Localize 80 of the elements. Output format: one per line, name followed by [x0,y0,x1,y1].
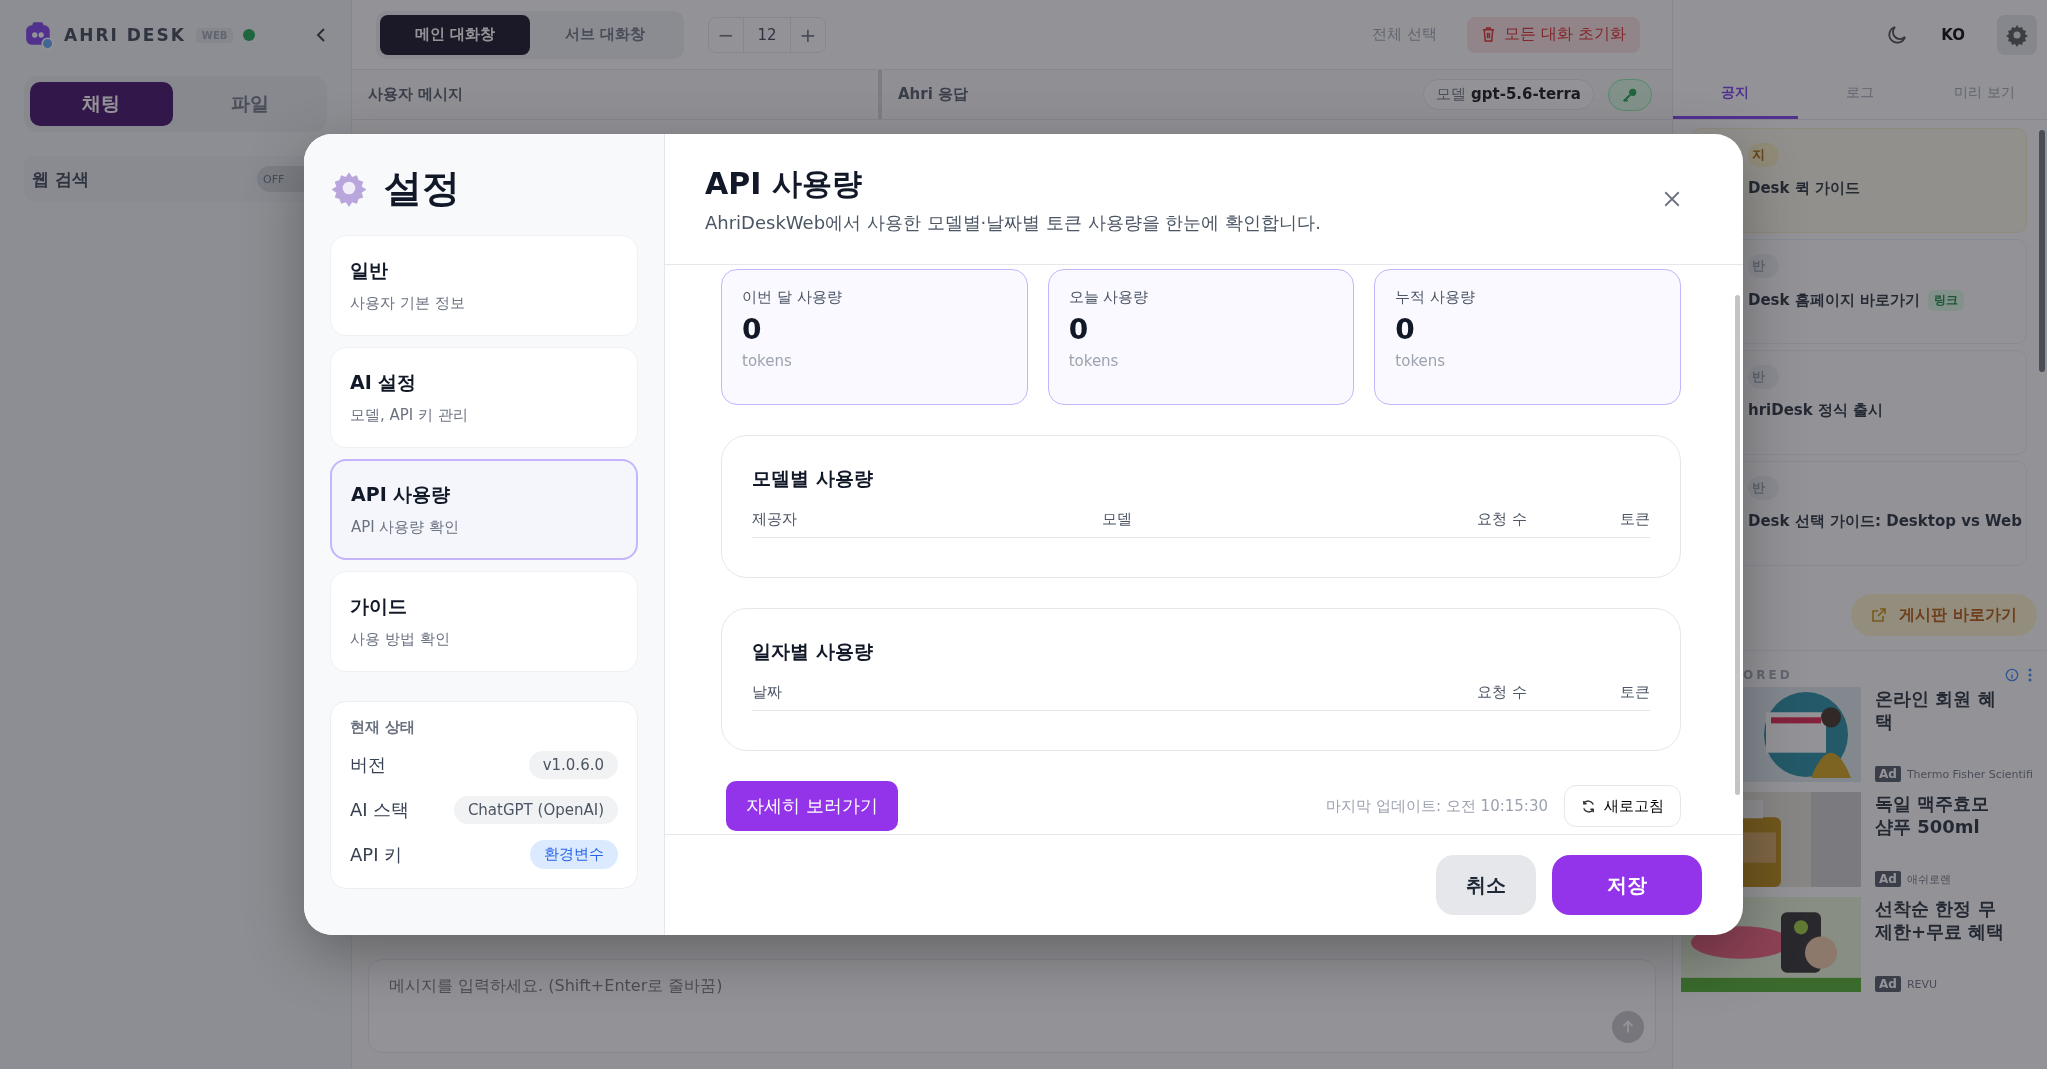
column-title: 사용자 메시지 [368,85,464,104]
settings-button[interactable] [1997,15,2037,55]
column-header: 날짜 [752,683,783,702]
view-tab[interactable]: 서브 대화창 [530,14,680,55]
column-header: 요청 수 [1476,510,1527,529]
close-icon[interactable] [1663,190,1681,208]
notice-title: Desk 선택 가이드: Desktop vs Web [1748,512,2022,531]
status-value-badge: ChatGPT (OpenAI) [453,795,618,824]
font-size-value: 12 [743,17,791,52]
status-heading: 현재 상태 [350,718,417,737]
stat-label: 누적 사용량 [1395,288,1477,307]
status-value-badge: 환경변수 [530,840,618,869]
increase-button[interactable]: + [791,17,825,52]
ad-title[interactable]: 온라인 회원 혜택 [1875,687,2010,734]
notice-title: Desk 퀵 가이드 [1748,179,1860,198]
column-header: 토큰 [1619,510,1650,529]
panel-tab[interactable]: 공지 [1673,70,1798,119]
column-header: 요청 수 [1476,683,1527,702]
advertiser-name: Thermo Fisher Scientifi [1906,767,2033,781]
view-tab[interactable]: 메인 대화창 [380,14,530,55]
stat-unit: tokens [1068,352,1120,370]
column-header: 모델 [1102,510,1134,529]
ad-badge: Ad [1875,871,1901,887]
column-header: 제공자 [752,510,798,529]
link-tag: 링크 [1928,290,1964,311]
ad-badge: Ad [1875,976,1901,992]
collapse-chevron-icon[interactable] [315,27,327,43]
section-title: 모델별 사용량 [752,466,874,491]
column-header: 토큰 [1619,683,1650,702]
ad-title[interactable]: 독일 맥주효모 샴푸 500ml [1875,792,2010,839]
more-icon[interactable] [2027,667,2033,683]
stat-label: 오늘 사용량 [1068,288,1150,307]
refresh-button[interactable]: 새로고침 [1564,785,1681,827]
trash-icon [1480,26,1496,43]
status-label: API 키 [350,842,403,867]
sidebar-tab[interactable]: 채팅 [30,82,173,126]
notice-title: Desk 홈페이지 바로가기 [1748,291,1920,310]
notice-title: hriDesk 정식 출시 [1748,401,1884,420]
section-title: 일자별 사용량 [752,639,874,664]
cancel-button[interactable]: 취소 [1436,855,1536,915]
external-link-icon [1871,607,1888,623]
sidebar-tab[interactable]: 파일 [178,82,321,126]
settings-menu-item[interactable]: API 사용량 API 사용량 확인 [330,459,638,560]
save-button[interactable]: 저장 [1552,855,1702,915]
board-link-button[interactable]: 게시판 바로가기 [1851,594,2037,636]
reset-chats-button[interactable]: 모든 대화 초기화 [1466,16,1640,53]
stat-unit: tokens [1395,352,1447,370]
ad-title[interactable]: 선착순 한정 무제한+무료 혜택 [1875,897,2010,944]
page-subtitle: AhriDeskWeb에서 사용한 모델별·날짜별 토큰 사용량을 한눈에 확인합니다. [705,210,1322,235]
language-button[interactable]: KO [1935,25,1971,45]
info-icon[interactable] [2005,668,2019,682]
stat-value: 0 [742,313,763,346]
settings-menu-item[interactable]: 일반 사용자 기본 정보 [330,235,638,336]
stat-value: 0 [1068,313,1090,346]
last-update-text: 마지막 업데이트: 오전 10:15:30 [1326,796,1548,816]
settings-menu-item[interactable]: 가이드 사용 방법 확인 [330,571,638,672]
page-title: API 사용량 [705,164,863,203]
status-label: 버전 [350,752,386,777]
dialog-title: 설정 [384,164,460,212]
api-key-button[interactable] [1608,78,1652,111]
settings-icon [2005,23,2029,47]
details-button[interactable]: 자세히 보러가기 [726,781,898,831]
settings-menu-item[interactable]: AI 설정 모델, API 키 관리 [330,347,638,448]
stat-label: 이번 달 사용량 [742,288,843,307]
stat-value: 0 [1395,313,1416,346]
advertiser-name: REVU [1906,977,1938,991]
status-label: AI 스택 [350,797,410,822]
refresh-icon [1581,798,1596,814]
stat-unit: tokens [742,352,793,370]
ad-badge: Ad [1875,766,1901,782]
message-input[interactable]: 메시지를 입력하세요. (Shift+Enter로 줄바꿈) [368,959,1656,1053]
column-title: Ahri 응답 [898,85,969,104]
model-pill[interactable]: 모델 gpt-5.6-terra [1423,79,1594,110]
decrease-button[interactable]: − [709,17,743,52]
status-value-badge: v1.0.6.0 [528,750,618,779]
advertiser-name: 애쉬로렌 [1906,871,1951,887]
app-logo-text: AHRI DESK [64,25,186,45]
notice-badge: 지 [1748,143,1779,167]
web-search-label: 웹 검색 [32,167,89,191]
robot-logo-icon [24,20,54,50]
